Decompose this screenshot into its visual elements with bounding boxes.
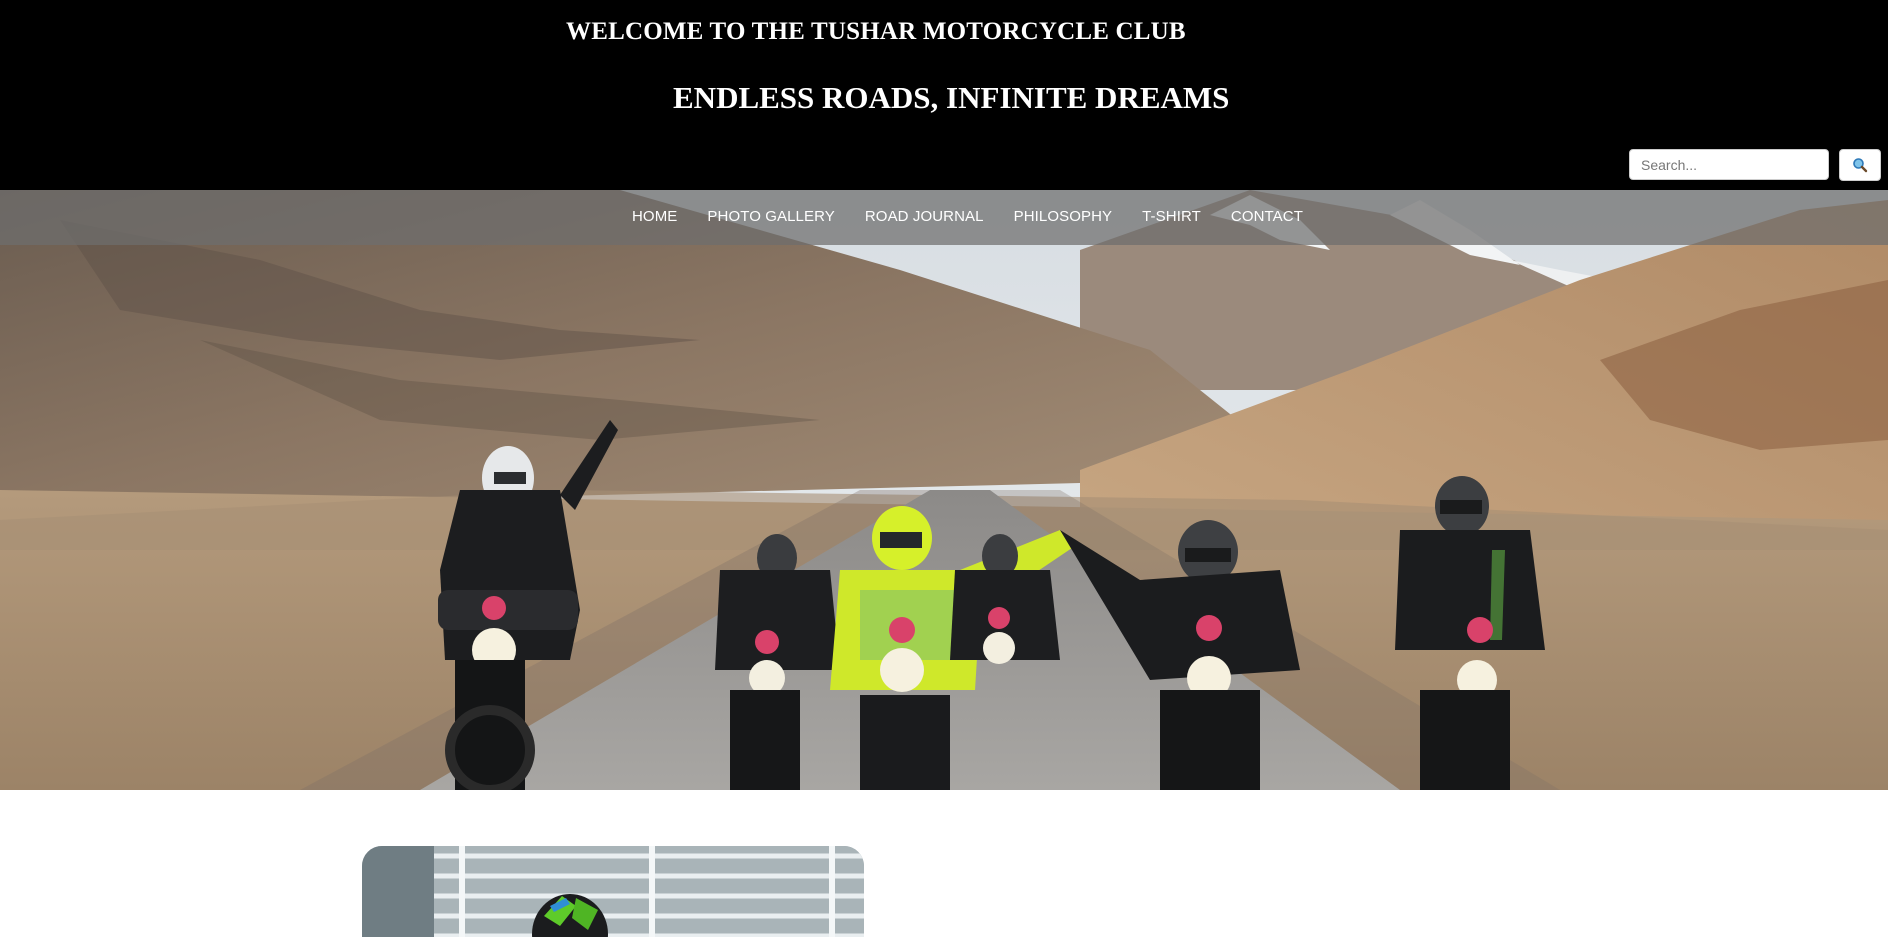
search-button[interactable] xyxy=(1839,149,1881,181)
featured-image-card[interactable] xyxy=(362,846,864,937)
hero-banner: HOME PHOTO GALLERY ROAD JOURNAL PHILOSOP… xyxy=(0,190,1888,790)
main-navigation: HOME PHOTO GALLERY ROAD JOURNAL PHILOSOP… xyxy=(0,190,1888,245)
hero-image xyxy=(0,190,1888,790)
site-header: WELCOME TO THE TUSHAR MOTORCYCLE CLUB EN… xyxy=(0,0,1888,190)
search-input[interactable] xyxy=(1629,149,1829,180)
magnifier-icon xyxy=(1853,158,1868,173)
nav-item-philosophy[interactable]: PHILOSOPHY xyxy=(1014,208,1113,225)
rider-helmet-photo xyxy=(362,846,864,937)
nav-menu: HOME PHOTO GALLERY ROAD JOURNAL PHILOSOP… xyxy=(632,208,1333,225)
nav-item-road-journal[interactable]: ROAD JOURNAL xyxy=(865,208,984,225)
nav-item-t-shirt[interactable]: T-SHIRT xyxy=(1142,208,1201,225)
tagline: ENDLESS ROADS, INFINITE DREAMS xyxy=(673,80,1230,115)
welcome-title: WELCOME TO THE TUSHAR MOTORCYCLE CLUB xyxy=(566,18,1186,45)
nav-item-home[interactable]: HOME xyxy=(632,208,677,225)
nav-item-photo-gallery[interactable]: PHOTO GALLERY xyxy=(707,208,834,225)
nav-item-contact[interactable]: CONTACT xyxy=(1231,208,1303,225)
